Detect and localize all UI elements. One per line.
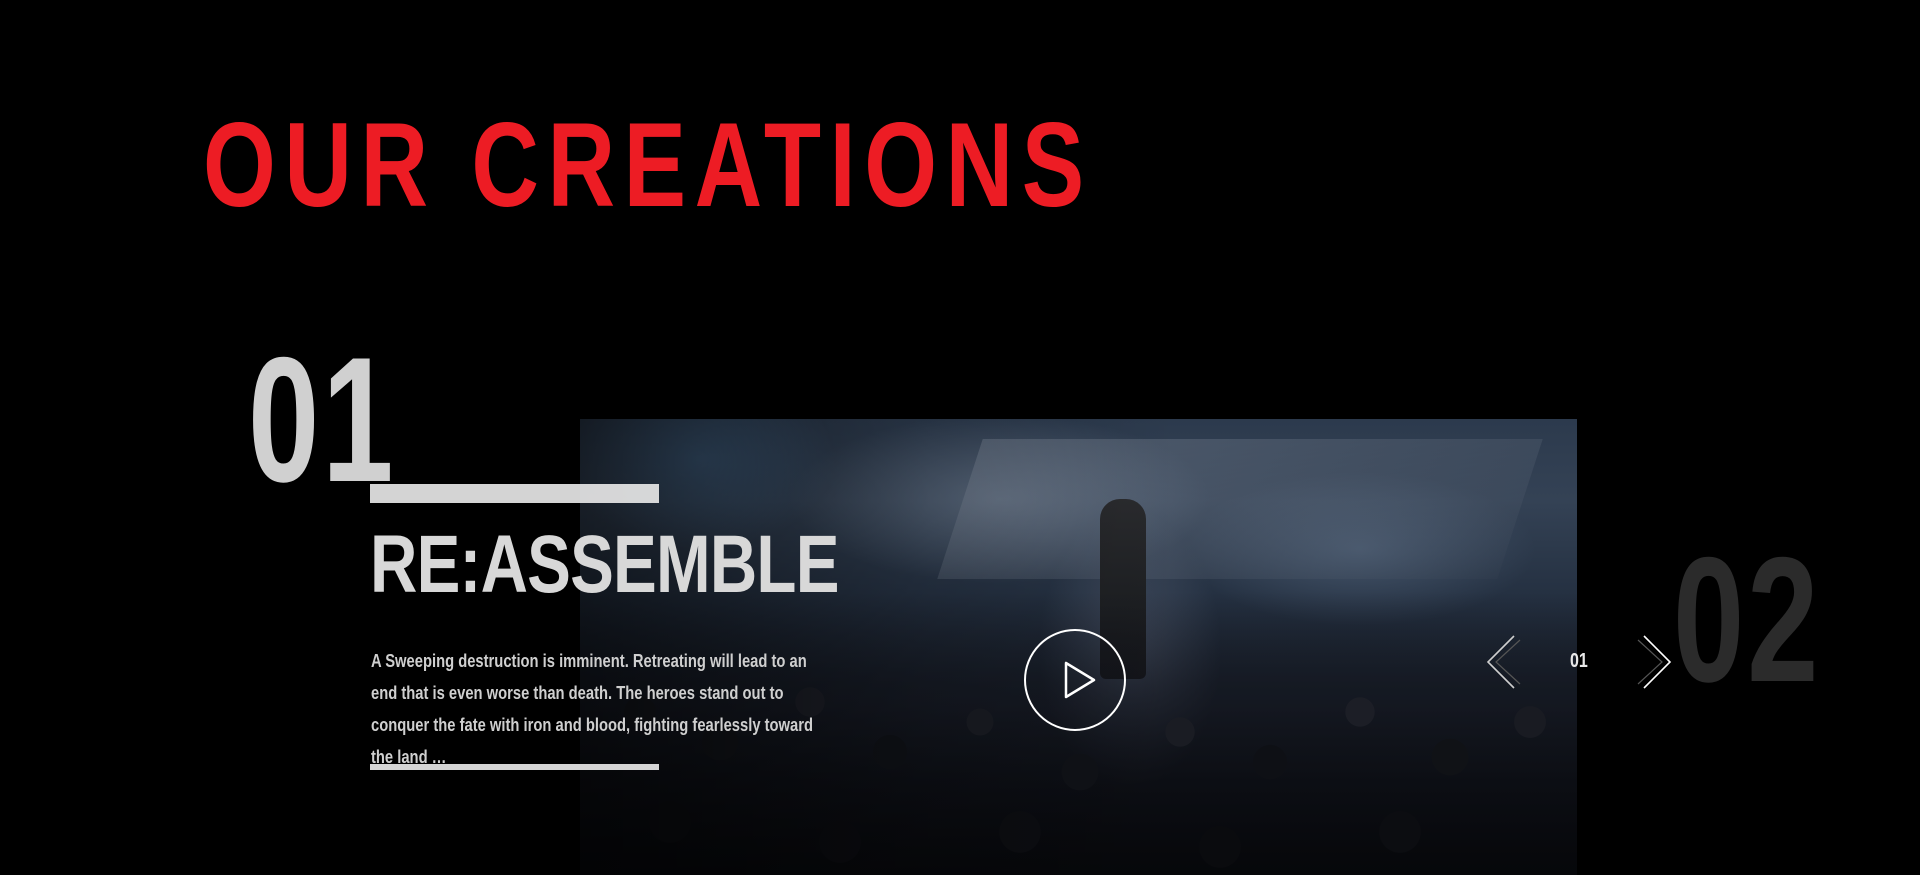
section-title: OUR CREATIONS [203, 98, 1093, 232]
creations-section: OUR CREATIONS 01 RE:ASSEMBLE A Sweeping … [0, 0, 1920, 875]
work-description: A Sweeping destruction is imminent. Retr… [371, 651, 814, 767]
play-icon [1064, 661, 1096, 699]
chevron-left-icon [1486, 635, 1521, 689]
chevron-right-icon [1637, 635, 1672, 689]
slider-nav: 01 [1484, 632, 1674, 692]
work-title: RE:ASSEMBLE [370, 519, 839, 610]
slide-counter: 01 [1570, 650, 1588, 672]
slide-index: 01 [248, 320, 397, 519]
prev-slide-button[interactable] [1484, 632, 1524, 692]
play-button[interactable] [1024, 629, 1126, 731]
next-slide-index[interactable]: 02 [1673, 530, 1821, 710]
title-rule-top [370, 484, 659, 503]
description-rule-bottom [370, 764, 659, 770]
next-slide-button[interactable] [1634, 632, 1674, 692]
